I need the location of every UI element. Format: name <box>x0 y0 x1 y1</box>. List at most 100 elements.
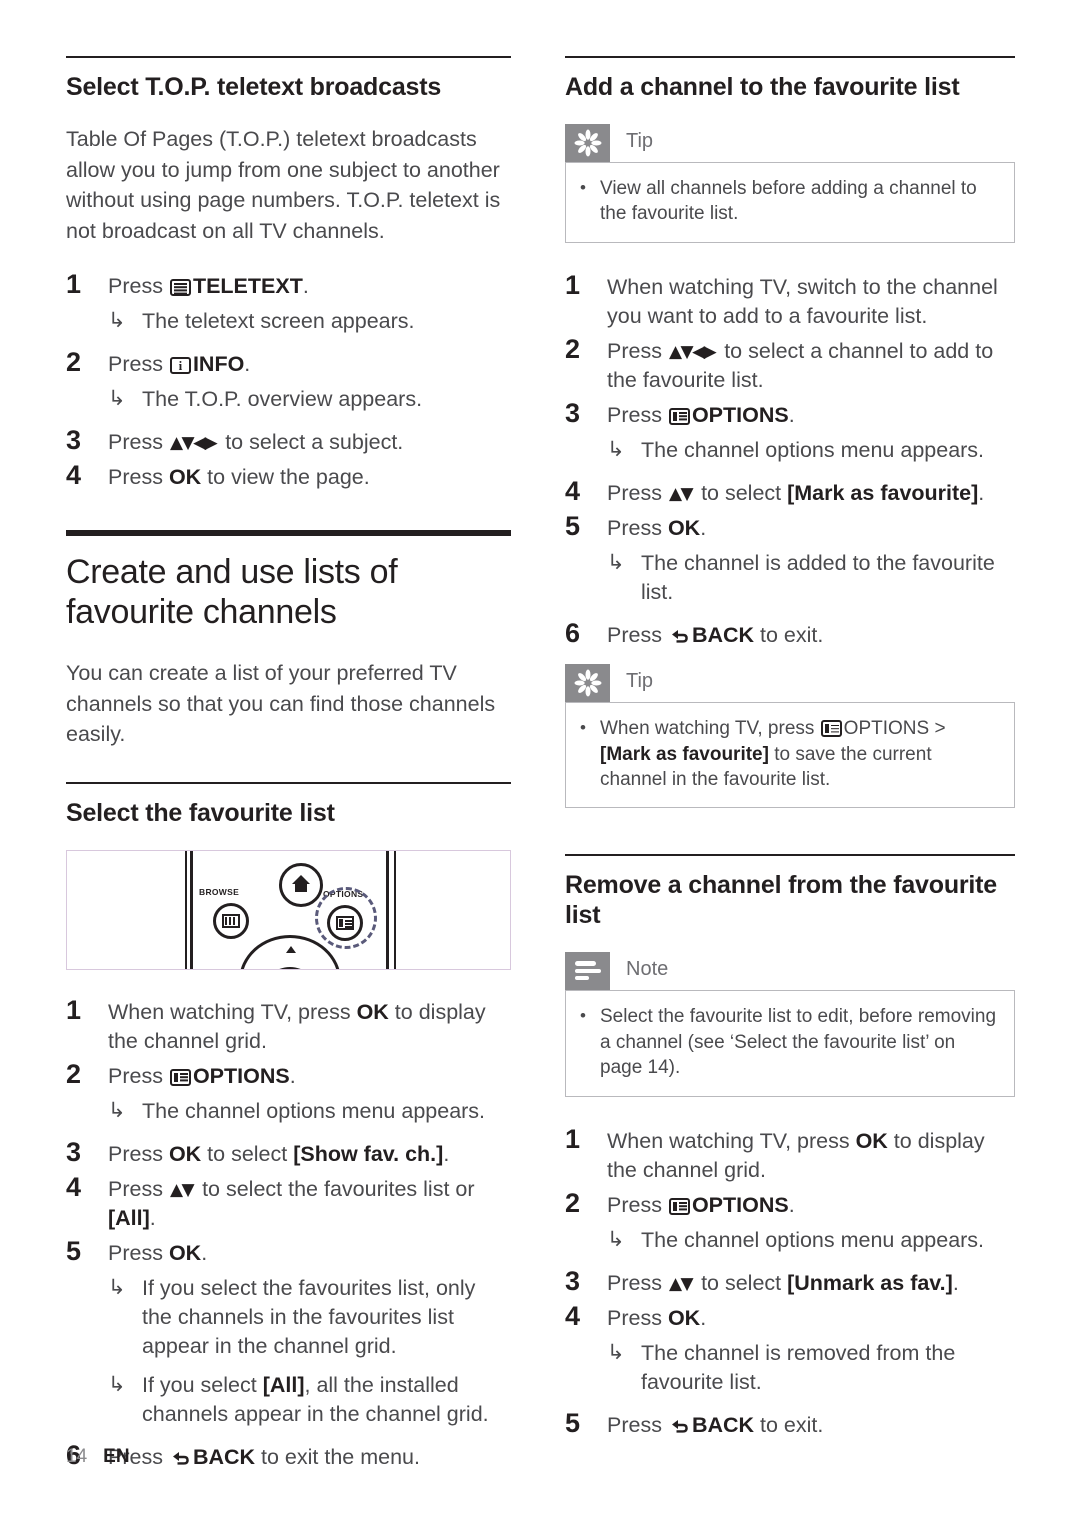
step-result: ↳ The channel options menu appears. <box>108 1097 511 1126</box>
up-down-arrows-icon: ▲▼ <box>668 1273 694 1294</box>
step-text: Press ▲▼ to select [Unmark as fav.]. <box>607 1265 1015 1298</box>
step-text-1: Press <box>108 1241 169 1266</box>
result-text: If you select the favourites list, only … <box>142 1276 476 1359</box>
step-number: 2 <box>565 1187 581 1218</box>
step-item: 3 Press ▲▼◀▶ to select a subject. <box>66 424 511 457</box>
tip-text: When watching TV, press OPTIONS > [Mark … <box>600 716 998 792</box>
step-item: 3 Press OPTIONS. <box>565 397 1015 430</box>
result-text: The T.O.P. overview appears. <box>142 387 423 412</box>
step-text: When watching TV, press OK to display th… <box>108 994 511 1056</box>
step-item: 4 Press ▲▼ to select the favourites list… <box>66 1171 511 1233</box>
up-down-arrows-icon: ▲▼ <box>169 1180 195 1200</box>
step-item: 1 When watching TV, press OK to display … <box>565 1123 1015 1185</box>
step-item: 2 Press ▲▼◀▶ to select a channel to add … <box>565 333 1015 395</box>
step-text: Press OK to select [Show fav. ch.]. <box>108 1136 511 1169</box>
step-key-label: OK <box>356 999 389 1024</box>
step-item: 3 Press OK to select [Show fav. ch.]. <box>66 1136 511 1169</box>
steps-add-channel: 1 When watching TV, switch to the channe… <box>565 269 1015 650</box>
step-number: 4 <box>66 460 82 491</box>
left-column: Select T.O.P. teletext broadcasts Table … <box>66 56 511 1476</box>
step-number: 4 <box>66 1172 82 1202</box>
step-text-post: . <box>244 352 251 377</box>
step-text: Press ▲▼ to select [Mark as favourite]. <box>607 475 1015 508</box>
step-key-label: OK <box>168 1241 202 1266</box>
step-number: 5 <box>565 1407 581 1438</box>
tip-label: Tip <box>626 130 654 152</box>
result-text: The teletext screen appears. <box>142 309 415 334</box>
step-text-2: . <box>289 1063 296 1088</box>
section-rule <box>565 854 1015 857</box>
tip-text-2: OPTIONS > <box>843 718 946 740</box>
note-line <box>574 968 601 974</box>
asterisk-glyph <box>574 669 601 697</box>
step-number: 4 <box>565 1300 581 1331</box>
step-text-3: . <box>952 1270 959 1295</box>
step-text: Press OPTIONS. <box>108 1058 511 1091</box>
step-text-1: When watching TV, press <box>108 999 357 1024</box>
step-text: Press OK to view the page. <box>108 459 511 492</box>
back-icon <box>669 1418 689 1434</box>
intro-paragraph-favourite-channels: You can create a list of your preferred … <box>66 661 496 747</box>
options-icon <box>668 407 690 425</box>
navigation-arrows-icon: ▲▼◀▶ <box>169 433 218 454</box>
step-text: Press OK. <box>607 510 1015 543</box>
step-text-1: Press <box>108 1141 169 1166</box>
step-item: 2 Press OPTIONS. <box>565 1187 1015 1220</box>
result-hook-icon: ↳ <box>607 1340 625 1364</box>
remote-left-edge <box>185 850 187 969</box>
step-text-1: Press <box>607 516 668 541</box>
step-text-2: to exit the menu. <box>255 1445 420 1470</box>
step-key-label: OK <box>855 1128 888 1153</box>
result-text: The channel options menu appears. <box>142 1098 486 1123</box>
step-text-2: to exit. <box>754 623 824 648</box>
bullet-icon: • <box>580 718 586 738</box>
step-number: 6 <box>565 618 581 649</box>
step-text-2: . <box>700 516 707 541</box>
page-footer: 14 EN <box>66 1446 130 1468</box>
step-text-2: . <box>201 1241 208 1266</box>
step-item: 5 Press OK. <box>66 1235 511 1268</box>
options-icon <box>169 1068 191 1086</box>
step-result: ↳ The channel is added to the favourite … <box>607 549 1015 607</box>
step-text-2: . <box>788 1192 795 1217</box>
language-code: EN <box>103 1446 130 1467</box>
step-item: 2 Press INFO. <box>66 346 511 379</box>
step-item: 1 Press TELETEXT. <box>66 268 511 301</box>
heading-remove-channel-favourite-list: Remove a channel from the favourite list <box>565 871 998 930</box>
step-item: 5 Press BACK to exit. <box>565 1407 1015 1440</box>
heading-add-channel-favourite-list: Add a channel to the favourite list <box>565 73 960 101</box>
step-text-pre: Press <box>108 430 169 455</box>
step-key-label: OK <box>168 1141 202 1166</box>
tip-asterisk-icon <box>565 124 610 162</box>
browse-button-label: BROWSE <box>199 886 240 897</box>
step-text: Press OPTIONS. <box>607 397 1015 430</box>
note-lines-icon <box>565 952 610 991</box>
menu-option-label: [All] <box>262 1373 305 1398</box>
step-text-2: to select <box>695 1270 788 1295</box>
step-text: Press ▲▼ to select the favourites list o… <box>108 1171 511 1233</box>
step-text: Press TELETEXT. <box>108 268 511 301</box>
page-number: 14 <box>66 1446 88 1467</box>
tip-callout-body: • View all channels before adding a chan… <box>565 162 1015 243</box>
bullet-icon: • <box>580 1006 586 1026</box>
step-result: ↳ The channel options menu appears. <box>607 1226 1015 1255</box>
step-text: Press BACK to exit. <box>607 1407 1015 1440</box>
step-result: ↳ The T.O.P. overview appears. <box>108 385 511 414</box>
step-key-label: OK <box>667 516 701 541</box>
step-item: 1 When watching TV, switch to the channe… <box>565 269 1015 331</box>
menu-option-label: [Show fav. ch.] <box>293 1141 444 1166</box>
back-icon <box>669 628 689 644</box>
result-hook-icon: ↳ <box>108 1276 126 1300</box>
step-number: 3 <box>565 397 581 428</box>
step-text: Press BACK to exit. <box>607 617 1015 650</box>
step-key-label: OK <box>667 1305 701 1330</box>
info-icon <box>169 356 191 375</box>
major-section-rule <box>66 530 511 537</box>
step-item: 2 Press OPTIONS. <box>66 1058 511 1091</box>
step-text: Press ▲▼◀▶ to select a subject. <box>108 424 511 457</box>
step-item: 6 Press BACK to exit. <box>565 617 1015 650</box>
